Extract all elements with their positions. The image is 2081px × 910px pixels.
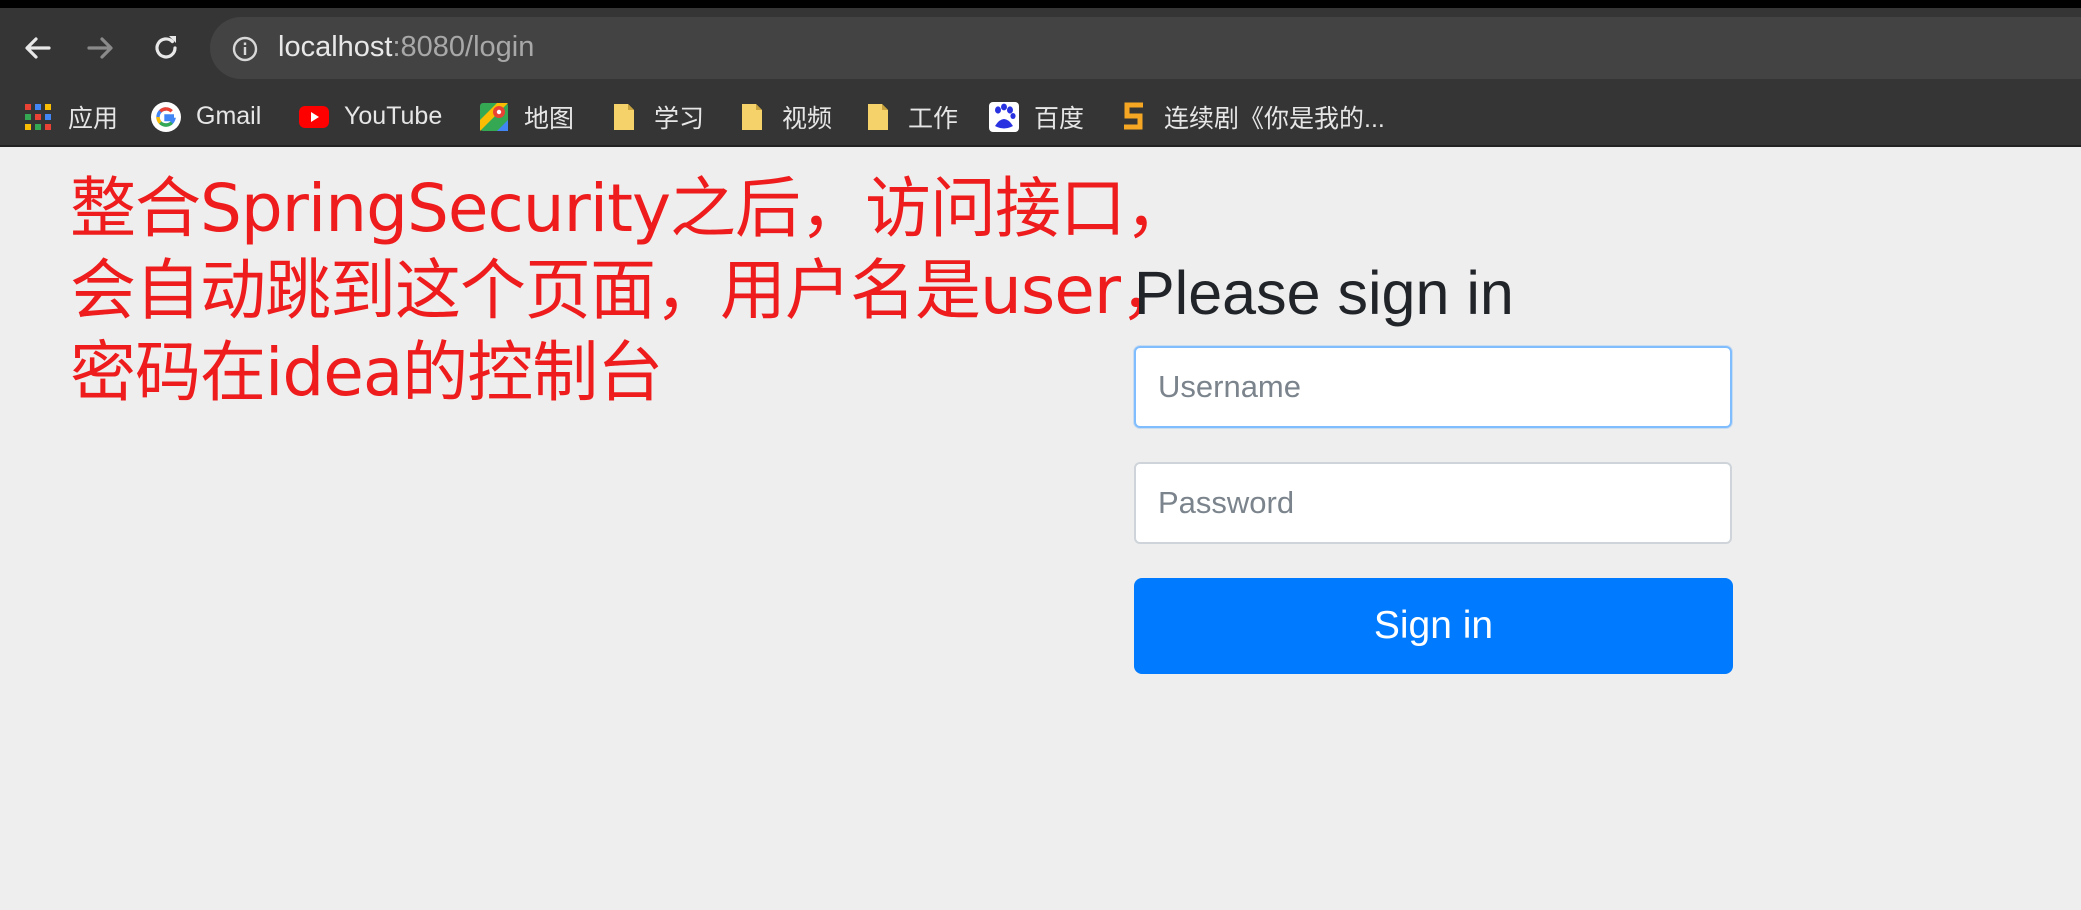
url-host: localhost xyxy=(278,31,393,63)
address-bar[interactable]: localhost:8080/login xyxy=(210,17,2081,79)
reload-icon xyxy=(155,36,177,59)
apps-grid-icon xyxy=(22,101,54,133)
folder-icon xyxy=(736,101,768,133)
bookmark-label: Gmail xyxy=(196,102,262,130)
bookmark-folder-video[interactable]: 视频 xyxy=(736,88,832,145)
annotation-line-3: 密码在idea的控制台 xyxy=(70,334,663,411)
forward-button[interactable] xyxy=(80,28,120,68)
bookmark-label: 连续剧《你是我的... xyxy=(1164,104,1385,133)
annotation-line-1: 整合SpringSecurity之后，访问接口， xyxy=(70,170,1191,247)
bookmark-baidu[interactable]: 百度 xyxy=(988,88,1084,145)
browser-toolbar: localhost:8080/login xyxy=(0,8,2081,88)
bookmark-label: YouTube xyxy=(344,102,443,130)
bookmark-gmail[interactable]: Gmail xyxy=(150,88,261,145)
google-icon xyxy=(150,101,182,133)
sign-in-button[interactable]: Sign in xyxy=(1134,578,1733,674)
back-button[interactable] xyxy=(18,28,58,68)
youtube-icon xyxy=(298,101,330,133)
arrow-right-icon xyxy=(87,37,113,59)
url-text: localhost:8080/login xyxy=(278,31,534,64)
bookmark-label: 视频 xyxy=(782,104,833,133)
username-input[interactable] xyxy=(1134,346,1732,428)
maps-icon xyxy=(478,101,510,133)
reload-button[interactable] xyxy=(146,28,186,68)
folder-icon xyxy=(862,101,894,133)
s-logo-icon xyxy=(1118,101,1150,133)
bookmark-folder-study[interactable]: 学习 xyxy=(608,88,704,145)
url-path: :8080/login xyxy=(392,31,535,63)
bookmark-apps[interactable]: 应用 xyxy=(22,88,118,145)
bookmark-folder-work[interactable]: 工作 xyxy=(862,88,958,145)
bookmark-label: 地图 xyxy=(524,104,575,133)
bookmarks-bar: 应用 Gmail YouTube 地图 学习 视频 工作 百度 连续剧《你是我的… xyxy=(0,88,2081,147)
password-input[interactable] xyxy=(1134,462,1732,544)
bookmark-youtube[interactable]: YouTube xyxy=(298,88,442,145)
arrow-left-icon xyxy=(25,37,51,59)
bookmark-label: 学习 xyxy=(654,104,705,133)
annotation-text: 整合SpringSecurity之后，访问接口， 会自动跳到这个页面，用户名是u… xyxy=(70,168,1191,414)
bookmark-label: 工作 xyxy=(908,104,959,133)
bookmark-maps[interactable]: 地图 xyxy=(478,88,574,145)
folder-icon xyxy=(608,101,640,133)
baidu-icon xyxy=(988,101,1020,133)
window-top-strip xyxy=(0,0,2081,8)
page-title: Please sign in xyxy=(1134,259,1514,327)
info-circle-icon[interactable] xyxy=(232,36,258,62)
bookmark-label: 百度 xyxy=(1034,104,1085,133)
bookmark-label: 应用 xyxy=(68,104,119,133)
bookmark-series[interactable]: 连续剧《你是我的... xyxy=(1118,88,1385,145)
annotation-line-2: 会自动跳到这个页面，用户名是user， xyxy=(70,252,1186,329)
